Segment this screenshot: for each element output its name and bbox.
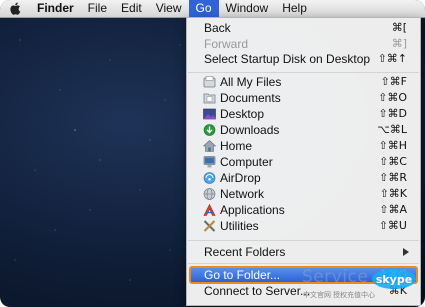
shortcut: ⇧⌘A [379, 203, 407, 216]
menu-window[interactable]: Window [219, 0, 276, 17]
watermark-text: Service [302, 267, 369, 287]
shortcut: ⇧⌘C [379, 155, 407, 168]
menu-item-label: Applications [220, 203, 285, 217]
desktop-icon [203, 108, 216, 120]
menu-item-computer[interactable]: Computer ⇧⌘C [187, 154, 420, 170]
downloads-icon [203, 124, 216, 136]
menu-item-downloads[interactable]: Downloads ⌥⌘L [187, 122, 420, 138]
documents-icon [203, 93, 216, 104]
shortcut: ⇧⌘D [378, 107, 407, 120]
svg-text:skype: skype [376, 273, 412, 286]
menu-item-label: Network [220, 187, 265, 201]
apple-menu[interactable] [0, 0, 30, 17]
menu-item-network[interactable]: Network ⇧⌘K [187, 186, 420, 202]
menu-view[interactable]: View [149, 0, 189, 17]
menu-item-label: Desktop [220, 107, 265, 121]
menu-item-airdrop[interactable]: AirDrop ⇧⌘R [187, 170, 420, 186]
utilities-icon [203, 220, 216, 232]
home-icon [203, 140, 216, 152]
menu-separator [188, 263, 419, 264]
menu-item-label: Recent Folders [204, 245, 286, 259]
menu-separator [188, 240, 419, 241]
applications-icon [203, 204, 216, 216]
submenu-arrow-icon [403, 248, 409, 256]
menu-item-label: Computer [220, 155, 273, 169]
shortcut: ⇧⌘O [378, 91, 407, 104]
skype-logo: skype [372, 269, 416, 289]
all-files-icon [203, 76, 216, 88]
menu-item-back[interactable]: Back ⌘[ [187, 20, 420, 36]
menu-item-label: Utilities [220, 219, 259, 233]
computer-icon [203, 156, 216, 168]
menu-item-home[interactable]: Home ⇧⌘H [187, 138, 420, 154]
shortcut: ⇧⌘R [379, 171, 407, 184]
shortcut: ⇧⌘H [378, 139, 408, 152]
shortcut: ⌘] [391, 37, 407, 50]
shortcut: ⌥⌘L [377, 123, 407, 136]
shortcut: ⇧⌘U [378, 219, 407, 232]
menu-item-forward[interactable]: Forward ⌘] [187, 36, 420, 52]
menu-item-label: Connect to Server... [204, 284, 311, 298]
menu-item-select-startup-disk[interactable]: Select Startup Disk on Desktop ⇧⌘↑ [187, 51, 420, 67]
menu-bar: Finder File Edit View Go Window Help [0, 0, 425, 18]
menu-file[interactable]: File [81, 0, 114, 17]
menu-item-all-my-files[interactable]: All My Files ⇧⌘F [187, 74, 420, 90]
menu-item-label: Downloads [220, 123, 280, 137]
menu-item-label: Documents [220, 91, 281, 105]
apple-icon [9, 2, 20, 15]
menu-help[interactable]: Help [275, 0, 314, 17]
airdrop-icon [203, 172, 216, 184]
menu-item-label: Go to Folder... [204, 268, 281, 282]
menu-finder[interactable]: Finder [30, 0, 81, 17]
menu-separator [188, 72, 419, 73]
menu-item-label: AirDrop [220, 171, 261, 185]
menu-item-label: Back [204, 21, 231, 35]
shortcut: ⇧⌘K [379, 187, 407, 200]
menu-item-recent-folders[interactable]: Recent Folders [187, 244, 420, 260]
watermark-subtext: 中文官网 授权充值中心 [303, 292, 375, 299]
menu-item-applications[interactable]: Applications ⇧⌘A [187, 202, 420, 218]
go-menu-dropdown: Back ⌘[ Forward ⌘] Select Startup Disk o… [186, 17, 421, 306]
desktop-background: Finder File Edit View Go Window Help Bac… [0, 0, 425, 307]
network-icon [203, 188, 216, 200]
menu-item-label: Select Startup Disk on Desktop [204, 52, 371, 66]
shortcut: ⌘[ [391, 21, 407, 34]
menu-edit[interactable]: Edit [114, 0, 149, 17]
menu-item-utilities[interactable]: Utilities ⇧⌘U [187, 218, 420, 234]
menu-item-label: All My Files [220, 75, 282, 89]
shortcut: ⇧⌘F [380, 75, 407, 88]
menu-item-label: Home [220, 139, 253, 153]
shortcut: ⇧⌘↑ [377, 52, 407, 65]
menu-item-label: Forward [204, 37, 249, 51]
menu-item-documents[interactable]: Documents ⇧⌘O [187, 90, 420, 106]
menu-item-desktop[interactable]: Desktop ⇧⌘D [187, 106, 420, 122]
menu-go[interactable]: Go [188, 0, 219, 17]
